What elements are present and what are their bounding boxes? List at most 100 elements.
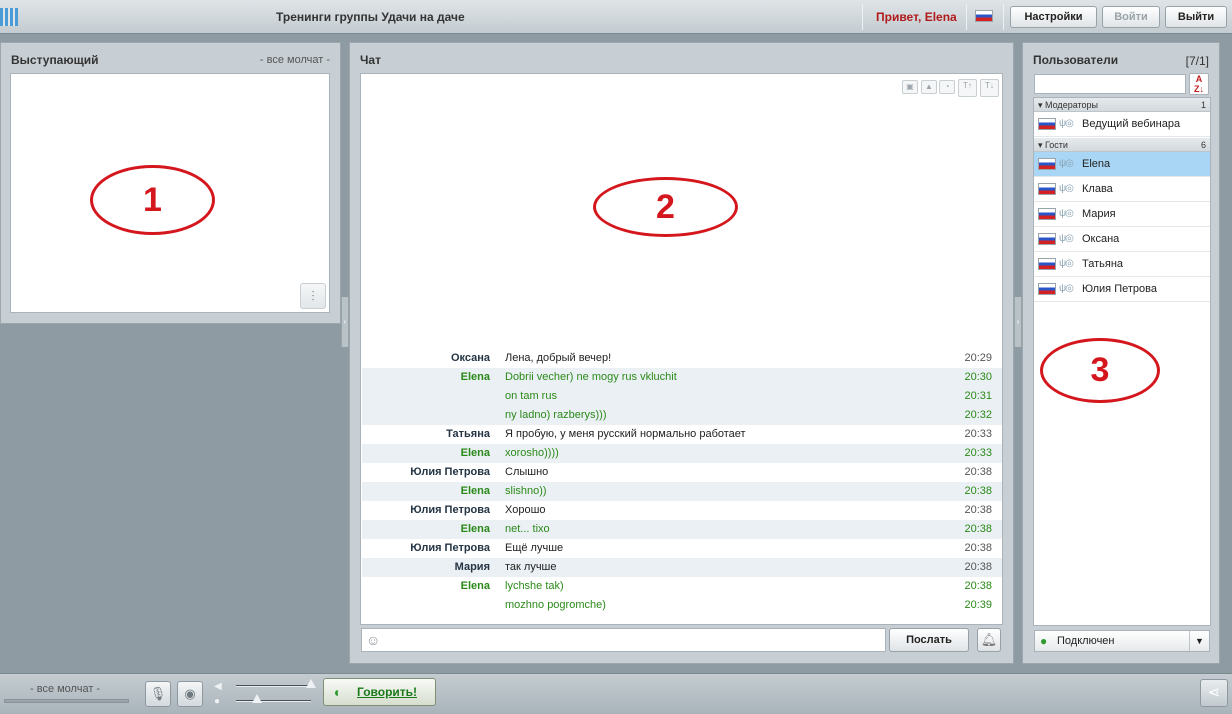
group-header-moderators[interactable]: ▾ Модераторы 1 [1034, 98, 1210, 112]
connection-status-select[interactable]: ● Подключен ▼ [1034, 630, 1210, 652]
speaker-panel-title: Выступающий [11, 53, 99, 67]
chat-message: Юлия Петрова Хорошо 20:38 [362, 501, 1002, 520]
user-name: Ведущий вебинара [1082, 118, 1181, 130]
message-author: Оксана [450, 352, 490, 364]
message-time: 20:29 [964, 352, 992, 364]
chat-message-input[interactable]: ☺ [361, 628, 886, 652]
logout-button[interactable]: Выйти [1165, 6, 1227, 28]
message-time: 20:38 [964, 580, 992, 592]
message-time: 20:38 [964, 523, 992, 535]
font-increase-icon[interactable]: T↑ [958, 79, 977, 97]
message-text: Хорошо [505, 504, 546, 516]
chat-message: Татьяна Я пробую, у меня русский нормаль… [362, 425, 1002, 444]
chat-alert-icon[interactable]: ▲ [921, 80, 937, 94]
chat-message: on tam rus 20:31 [362, 387, 1002, 406]
mic-cam-icon: ψ◎ [1059, 233, 1074, 244]
user-row[interactable]: ψ◎ Клава [1034, 177, 1210, 202]
microphone-icon[interactable]: 🎙︎ [145, 681, 171, 707]
mic-cam-icon: ψ◎ [1059, 258, 1074, 269]
user-row[interactable]: ψ◎ Юлия Петрова [1034, 277, 1210, 302]
annotation-1: 1 [90, 165, 215, 235]
talk-label: Говорить! [357, 685, 418, 699]
user-name: Юлия Петрова [1082, 283, 1157, 295]
message-text: net... tixo [505, 523, 550, 535]
mic-cam-icon: ψ◎ [1059, 118, 1074, 129]
message-text: так лучше [505, 561, 557, 573]
mic-volume-thumb[interactable] [252, 694, 262, 703]
message-time: 20:38 [964, 561, 992, 573]
flag-icon [1038, 233, 1056, 245]
user-search-input[interactable] [1034, 74, 1186, 94]
send-button[interactable]: Послать [889, 628, 969, 652]
group-count: 1 [1200, 100, 1206, 110]
speaker-volume-slider[interactable] [236, 685, 311, 687]
chat-message: Юлия Петрова Слышно 20:38 [362, 463, 1002, 482]
message-text: xorosho)))) [505, 447, 559, 459]
user-row[interactable]: ψ◎ Мария [1034, 202, 1210, 227]
user-row[interactable]: ψ◎ Татьяна [1034, 252, 1210, 277]
message-time: 20:38 [964, 485, 992, 497]
volume-icon: ◀ ● [214, 681, 222, 707]
mic-cam-icon: ψ◎ [1059, 208, 1074, 219]
message-text: Слышно [505, 466, 549, 478]
group-count: 6 [1200, 140, 1206, 150]
chat-message: mozhno pogromche) 20:39 [362, 596, 1002, 615]
message-author: Юлия Петрова [410, 466, 490, 478]
users-count: [7/1] [1185, 54, 1209, 68]
chevron-down-icon[interactable]: ▼ [1189, 631, 1209, 651]
webcam-icon[interactable]: ◉ [177, 681, 203, 707]
settings-button[interactable]: Настройки [1010, 6, 1097, 28]
left-collapse-handle[interactable]: ‹ [341, 297, 349, 347]
login-button[interactable]: Войти [1102, 6, 1160, 28]
message-text: ny ladno) razberys))) [505, 409, 607, 421]
chat-clock-icon[interactable]: ◔ [939, 80, 955, 94]
message-time: 20:38 [964, 504, 992, 516]
share-icon[interactable]: ⋖ [1200, 679, 1228, 707]
chat-image-icon[interactable]: ▣ [902, 80, 918, 94]
users-panel-title: Пользователи [1033, 53, 1119, 67]
mixer-settings-icon[interactable]: ⫶ [300, 283, 326, 309]
message-time: 20:33 [964, 428, 992, 440]
audio-level-meter [4, 699, 129, 703]
message-time: 20:30 [964, 371, 992, 383]
talk-button[interactable]: ◖ Говорить! [323, 678, 436, 706]
right-collapse-handle[interactable]: › [1014, 297, 1022, 347]
top-bar: Тренинги группы Удачи на даче Привет, El… [0, 0, 1232, 34]
greeting-text: Привет, Elena [876, 10, 957, 24]
message-author: Юлия Петрова [410, 542, 490, 554]
message-author: Elena [460, 447, 490, 459]
speaker-volume-thumb[interactable] [306, 679, 316, 688]
user-row[interactable]: ψ◎ Elena [1034, 152, 1210, 177]
smiley-icon[interactable]: ☺ [366, 632, 380, 648]
message-time: 20:31 [964, 390, 992, 402]
message-text: slishno)) [505, 485, 547, 497]
app-title: Тренинги группы Удачи на даче [276, 10, 465, 24]
user-name: Мария [1082, 208, 1116, 220]
chat-message: Elena lychshe tak) 20:38 [362, 577, 1002, 596]
message-author: Elena [460, 371, 490, 383]
bottom-status: - все молчат - [30, 683, 101, 695]
mic-cam-icon: ψ◎ [1059, 283, 1074, 294]
bell-icon[interactable]: 🔔︎ [977, 628, 1001, 652]
message-text: lychshe tak) [505, 580, 564, 592]
chat-message: Elena xorosho)))) 20:33 [362, 444, 1002, 463]
font-decrease-icon[interactable]: T↓ [980, 79, 999, 97]
annotation-3: 3 [1040, 338, 1160, 403]
toolbar-divider [862, 4, 863, 30]
flag-icon [1038, 183, 1056, 195]
user-name: Оксана [1082, 233, 1120, 245]
speaking-head-icon: ◖ [332, 684, 341, 700]
group-header-guests[interactable]: ▾ Гости 6 [1034, 138, 1210, 152]
user-row[interactable]: ψ◎ Оксана [1034, 227, 1210, 252]
toolbar-divider [966, 4, 967, 30]
mic-volume-slider[interactable] [236, 700, 311, 702]
message-author: Elena [460, 523, 490, 535]
message-author: Elena [460, 485, 490, 497]
language-flag-icon[interactable] [975, 10, 993, 22]
toolbar-divider [1003, 4, 1004, 30]
sort-az-icon[interactable]: A Z↓ [1189, 73, 1209, 95]
user-row[interactable]: ψ◎ Ведущий вебинара [1034, 112, 1210, 137]
chat-message: Elena slishno)) 20:38 [362, 482, 1002, 501]
chat-message: Elena net... tixo 20:38 [362, 520, 1002, 539]
flag-icon [1038, 258, 1056, 270]
